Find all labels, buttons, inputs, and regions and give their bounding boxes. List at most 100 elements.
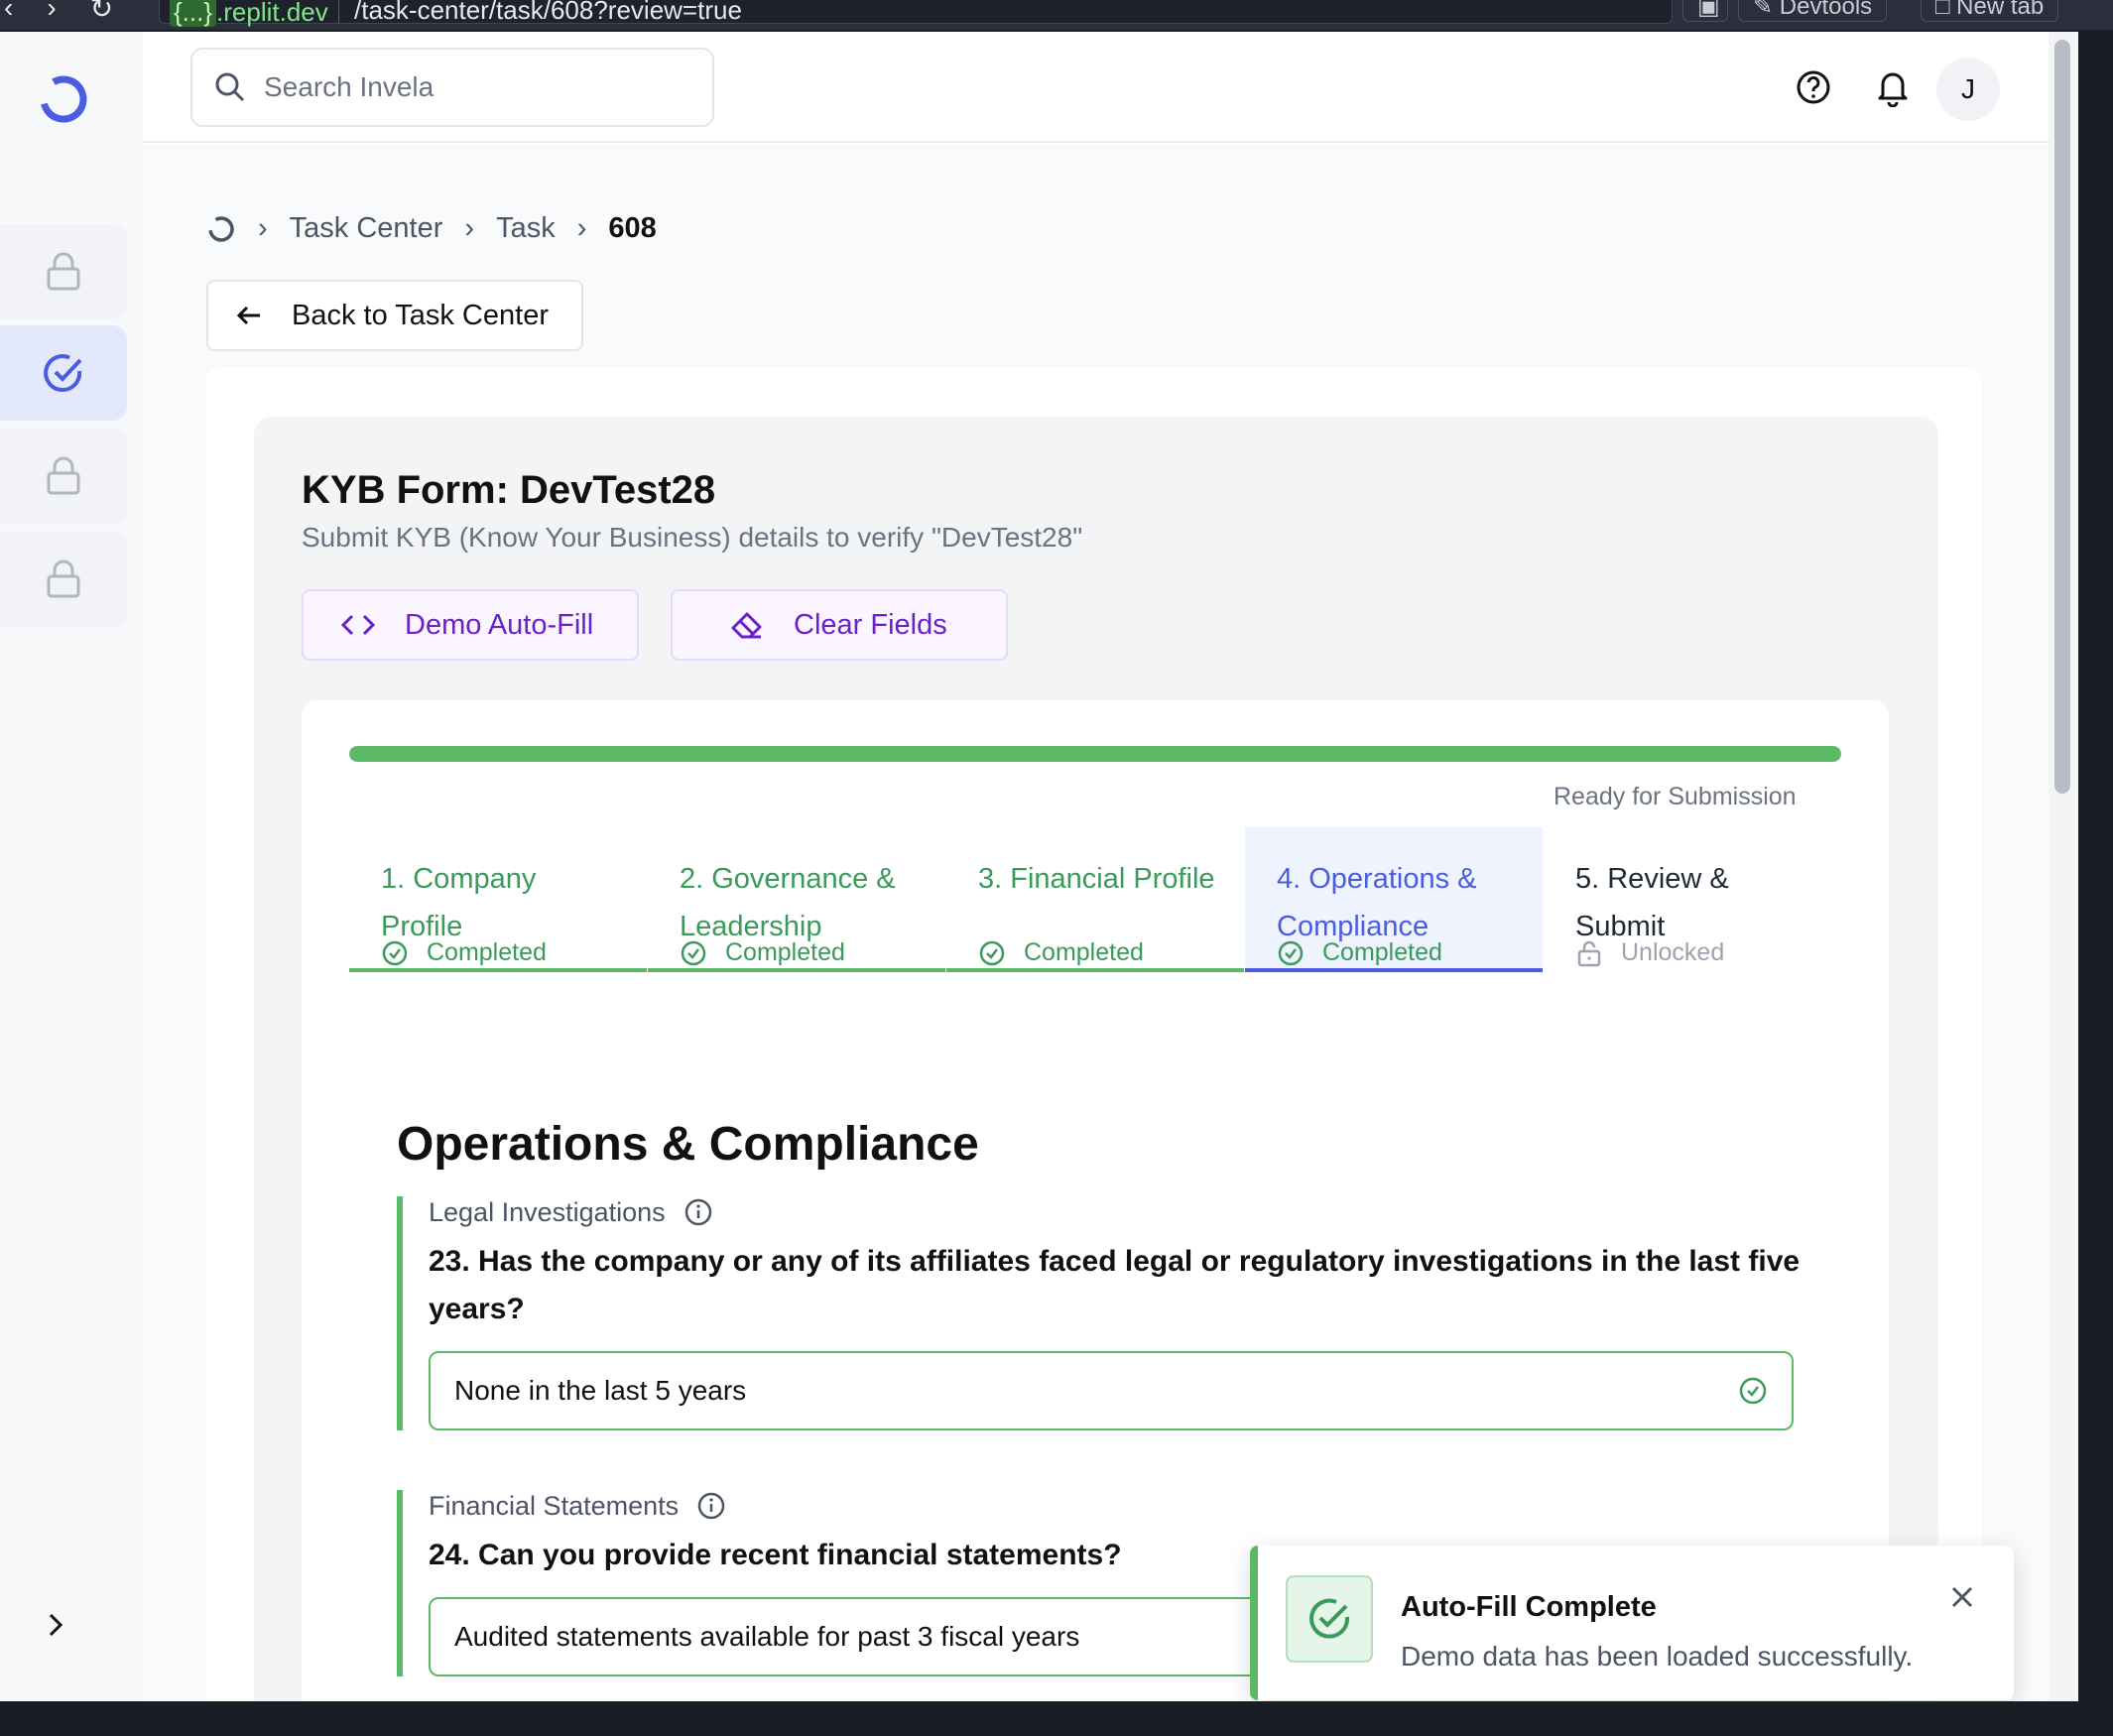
window-bottom-edge	[0, 1702, 2113, 1736]
question-block: Legal Investigations 23. Has the company…	[397, 1196, 1805, 1430]
url-divider	[338, 0, 339, 23]
tab-label: 2. Governance & Leadership	[680, 863, 896, 942]
close-icon[interactable]	[1946, 1581, 1978, 1613]
tab-label: 4. Operations & Compliance	[1277, 863, 1477, 942]
form-title: KYB Form: DevTest28	[302, 468, 716, 512]
sidebar-item-locked-2[interactable]	[0, 429, 127, 524]
breadcrumb-task-center[interactable]: Task Center	[290, 212, 443, 245]
browser-nav: ‹ › ↻	[4, 0, 113, 25]
chevron-right-icon[interactable]	[40, 1609, 71, 1641]
back-button-label: Back to Task Center	[292, 299, 549, 331]
check-circle-icon	[979, 940, 1005, 965]
info-icon[interactable]	[684, 1197, 713, 1227]
tab-status-text: Completed	[725, 938, 845, 966]
check-circle-icon	[44, 354, 82, 392]
question-category-label: Financial Statements	[429, 1490, 680, 1521]
answer-field[interactable]: None in the last 5 years	[429, 1351, 1794, 1430]
form-section-tabs: 1. Company Profile Completed 2. Governan…	[349, 827, 1841, 972]
url-path: /task-center/task/608?review=true	[354, 0, 742, 25]
section-title: Operations & Compliance	[397, 1118, 979, 1171]
arrow-left-icon	[236, 306, 260, 325]
scrollbar-thumb[interactable]	[2054, 40, 2070, 794]
check-circle-icon	[1739, 1377, 1767, 1405]
chevron-right-icon: ›	[576, 212, 587, 244]
tab-status-text: Completed	[1322, 938, 1442, 966]
search-input[interactable]	[264, 71, 700, 103]
lock-icon	[47, 559, 80, 598]
url-host: {...} .replit.dev	[170, 0, 328, 28]
tab-governance-leadership[interactable]: 2. Governance & Leadership Completed	[648, 827, 945, 972]
unlock-icon	[1577, 940, 1601, 966]
back-to-task-center-button[interactable]: Back to Task Center	[206, 280, 583, 351]
address-bar[interactable]: {...} .replit.dev /task-center/task/608?r…	[159, 0, 1673, 27]
check-circle-icon	[681, 940, 706, 965]
reload-icon[interactable]: ↻	[90, 0, 113, 25]
progress-bar	[349, 746, 1841, 762]
answer-value: Audited statements available for past 3 …	[454, 1621, 1080, 1652]
tab-status: Completed	[381, 938, 547, 967]
clear-fields-button[interactable]: Clear Fields	[671, 589, 1008, 661]
lock-icon	[47, 252, 80, 291]
forward-arrow-icon[interactable]: ›	[47, 0, 56, 25]
breadcrumb-task[interactable]: Task	[496, 212, 556, 245]
breadcrumb: › Task Center › Task › 608	[206, 212, 657, 245]
tab-status-text: Completed	[1024, 938, 1144, 966]
screen-share-button[interactable]: ▣	[1682, 0, 1728, 22]
tab-status-text: Completed	[427, 938, 547, 966]
clear-fields-label: Clear Fields	[794, 608, 947, 641]
info-icon[interactable]	[696, 1491, 726, 1521]
question-category: Legal Investigations	[429, 1196, 1805, 1228]
question-category-label: Legal Investigations	[429, 1196, 666, 1227]
bell-icon[interactable]	[1873, 67, 1913, 107]
question-text: 23. Has the company or any of its affili…	[429, 1245, 1801, 1325]
lock-icon	[47, 456, 80, 495]
toast-success-icon	[1286, 1575, 1373, 1663]
top-bar: J	[143, 32, 2049, 143]
back-arrow-icon[interactable]: ‹	[4, 0, 13, 25]
sidebar-item-locked-3[interactable]	[0, 532, 127, 627]
sidebar-item-locked-1[interactable]	[0, 224, 127, 319]
help-icon[interactable]	[1794, 67, 1833, 107]
chevron-right-icon: ›	[464, 212, 475, 244]
breadcrumb-current: 608	[608, 212, 657, 244]
tab-review-submit[interactable]: 5. Review & Submit Unlocked	[1544, 827, 1841, 972]
tab-status: Unlocked	[1575, 938, 1724, 967]
avatar[interactable]: J	[1936, 58, 2000, 121]
tab-status: Completed	[680, 938, 845, 967]
tab-financial-profile[interactable]: 3. Financial Profile Completed	[946, 827, 1244, 972]
sidebar-item-tasks[interactable]	[0, 325, 127, 421]
toast-title: Auto-Fill Complete	[1401, 1591, 1657, 1623]
progress-fill	[349, 746, 1841, 762]
demo-autofill-label: Demo Auto-Fill	[405, 608, 594, 641]
check-circle-icon	[382, 940, 408, 965]
tab-status: Completed	[1277, 938, 1442, 967]
tab-status: Completed	[978, 938, 1144, 967]
sidebar	[0, 32, 143, 1701]
browser-toolbar: ‹ › ↻ {...} .replit.dev /task-center/task…	[0, 0, 2113, 30]
scrollbar[interactable]	[2049, 32, 2078, 1701]
tab-operations-compliance[interactable]: 4. Operations & Compliance Completed	[1245, 827, 1543, 972]
tab-label: 3. Financial Profile	[978, 863, 1215, 895]
toast-notification: Auto-Fill Complete Demo data has been lo…	[1250, 1546, 2014, 1700]
code-icon	[341, 614, 375, 636]
devtools-button[interactable]: ✎ Devtools	[1738, 0, 1888, 22]
form-subtitle: Submit KYB (Know Your Business) details …	[302, 522, 1083, 553]
tab-label: 1. Company Profile	[381, 863, 537, 942]
new-tab-button[interactable]: □ New tab	[1921, 0, 2059, 22]
check-circle-icon	[1309, 1598, 1350, 1639]
toast-message: Demo data has been loaded successfully.	[1401, 1641, 1914, 1672]
invela-logo-icon[interactable]	[36, 71, 91, 127]
check-circle-icon	[1278, 940, 1304, 965]
eraser-icon	[731, 612, 762, 639]
progress-status-label: Ready for Submission	[1554, 783, 1797, 810]
search-icon	[215, 72, 245, 102]
tab-company-profile[interactable]: 1. Company Profile Completed	[349, 827, 647, 972]
answer-value: None in the last 5 years	[454, 1375, 747, 1406]
demo-autofill-button[interactable]: Demo Auto-Fill	[302, 589, 639, 661]
home-logo-icon[interactable]	[206, 214, 236, 244]
chevron-right-icon: ›	[258, 212, 268, 244]
question-category: Financial Statements	[429, 1490, 1805, 1522]
app-window: J › Task Center › Task › 608 Back to Tas…	[0, 32, 2078, 1701]
search-box[interactable]	[190, 48, 714, 127]
tab-label: 5. Review & Submit	[1575, 863, 1729, 942]
